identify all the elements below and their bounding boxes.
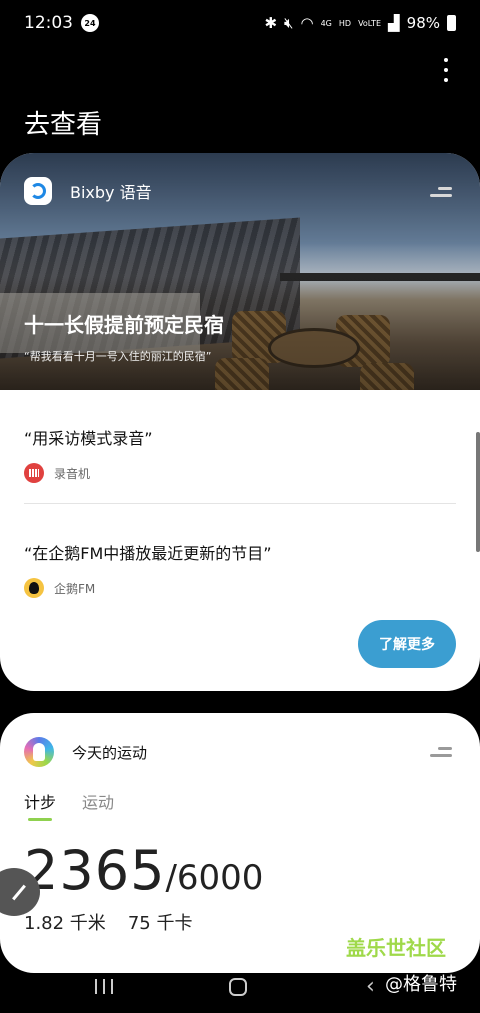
- card-drag-handle-icon[interactable]: [430, 187, 452, 197]
- hero-title: 十一长假提前预定民宿: [24, 313, 224, 337]
- divider: [24, 503, 456, 504]
- fitness-stats: 1.82 千米 75 千卡: [24, 909, 192, 935]
- recent-apps-icon[interactable]: [95, 979, 113, 994]
- back-icon[interactable]: ‹: [366, 974, 375, 999]
- signal-icon: ▟: [388, 14, 400, 32]
- bixby-hero-banner[interactable]: Bixby 语音 十一长假提前预定民宿 “帮我看看十月一号入住的丽江的民宿”: [0, 153, 480, 390]
- status-icons: ✱ 🔇︎ ◠ 4G HD VoLTE ▟ 98%: [264, 14, 456, 32]
- bixby-logo-icon: [24, 177, 52, 205]
- learn-more-button[interactable]: 了解更多: [358, 620, 456, 668]
- voice-command-item[interactable]: “用采访模式录音” 录音机: [24, 425, 153, 483]
- bluetooth-icon: ✱: [264, 14, 278, 32]
- status-bar: 12:03 24 ✱ 🔇︎ ◠ 4G HD VoLTE ▟ 98%: [0, 0, 480, 46]
- steps-current: 2365: [24, 839, 166, 902]
- voice-command-app-name: 企鹅FM: [54, 581, 96, 596]
- scrollbar[interactable]: [476, 432, 480, 552]
- battery-icon: [447, 15, 456, 31]
- voice-command-item[interactable]: “在企鹅FM中播放最近更新的节目” 企鹅FM: [24, 540, 272, 598]
- voice-recorder-icon: [24, 463, 44, 483]
- wifi-icon: ◠: [300, 14, 314, 32]
- calories-value: 75 千卡: [127, 913, 193, 934]
- voice-command-app: 企鹅FM: [24, 578, 272, 598]
- card-drag-handle-icon[interactable]: [430, 747, 452, 757]
- bixby-card-header: Bixby 语音: [24, 177, 152, 205]
- status-time: 12:03: [24, 13, 73, 33]
- voice-command-app-name: 录音机: [54, 466, 91, 481]
- penguin-fm-icon: [24, 578, 44, 598]
- watermark-text: 盖乐世社区: [346, 936, 446, 960]
- tab-exercise[interactable]: 运动: [82, 789, 114, 813]
- network-type-label: 4G: [320, 18, 332, 28]
- hero-subtitle: “帮我看看十月一号入住的丽江的民宿”: [24, 350, 212, 363]
- more-options-icon[interactable]: [442, 58, 450, 82]
- watermark-author: @格鲁特: [385, 974, 457, 995]
- voice-command-app: 录音机: [24, 463, 153, 483]
- distance-value: 1.82 千米: [24, 913, 106, 934]
- navigation-bar: ‹ @格鲁特: [0, 960, 480, 1013]
- 24-hour-badge-icon: 24: [81, 14, 99, 32]
- voice-command-text: “在企鹅FM中播放最近更新的节目”: [24, 544, 272, 563]
- hd-label: HD: [338, 18, 352, 28]
- volte-label: VoLTE: [358, 18, 382, 28]
- home-icon[interactable]: [229, 978, 247, 996]
- fitness-tabs: 计步 运动: [24, 789, 114, 821]
- page-title: 去查看: [24, 110, 103, 140]
- bixby-card-title: Bixby 语音: [70, 183, 152, 202]
- steps-goal: /6000: [165, 858, 264, 898]
- fitness-card-title: 今天的运动: [72, 743, 148, 762]
- tab-steps[interactable]: 计步: [24, 789, 56, 821]
- voice-command-text: “用采访模式录音”: [24, 429, 153, 448]
- fitness-card-header: 今天的运动: [24, 737, 147, 767]
- mute-icon: 🔇︎: [284, 14, 294, 32]
- bixby-voice-card[interactable]: Bixby 语音 十一长假提前预定民宿 “帮我看看十月一号入住的丽江的民宿” “…: [0, 153, 480, 691]
- steps-counter: 2365 /6000: [24, 839, 263, 902]
- samsung-health-icon: [24, 737, 54, 767]
- battery-percentage: 98%: [406, 14, 440, 32]
